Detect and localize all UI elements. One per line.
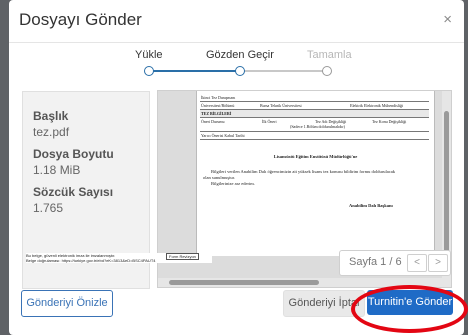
- next-page-button[interactable]: >: [428, 254, 448, 272]
- progress-stepper: Yükle Gözden Geçir Tamamla: [9, 42, 464, 82]
- signature-note: Bu belge, güvenli elektronik imza ile im…: [26, 253, 212, 263]
- close-icon[interactable]: ×: [443, 11, 452, 28]
- step-upload-label: Yükle: [135, 49, 163, 61]
- doc-heading: Lisansüstü Eğitim Enstitüsü Müdürlüğü'ne: [273, 154, 358, 159]
- doc-row: İkinci Tez Danışmanı: [200, 94, 429, 102]
- title-label: Başlık: [33, 109, 69, 123]
- doc-row: Öneri Durumu İlk Öneri Tez Adı Değişikli…: [200, 118, 429, 132]
- doc-row: Üniversitesi/Bölümü Bursa Teknik Ünivers…: [200, 102, 429, 110]
- step-complete-label: Tamamla: [307, 49, 352, 61]
- preview-submission-button[interactable]: Gönderiyi Önizle: [21, 290, 113, 317]
- submit-dialog: Dosyayı Gönder × Yükle Gözden Geçir Tama…: [9, 0, 464, 335]
- file-size-value: 1.18 MiB: [33, 163, 81, 177]
- dialog-title: Dosyayı Gönder: [19, 10, 142, 29]
- doc-row: Yarıcı Önerisi Kabul Tarihi: [200, 132, 429, 140]
- step-line-pending: [239, 70, 329, 72]
- title-value: tez.pdf: [33, 125, 70, 139]
- dialog-footer: Gönderiyi Önizle Gönderiyi İptal Turniti…: [9, 285, 464, 335]
- word-count-value: 1.765: [33, 201, 64, 215]
- file-size-label: Dosya Boyutu: [33, 147, 114, 161]
- previous-page-button[interactable]: <: [407, 254, 427, 272]
- submit-to-turnitin-button[interactable]: Turnitin'e Gönder: [367, 290, 453, 315]
- step-review-dot: [235, 66, 245, 76]
- cancel-submission-button[interactable]: Gönderiyi İptal: [283, 290, 365, 317]
- word-count-label: Sözcük Sayısı: [33, 185, 114, 199]
- vertical-scroll-thumb[interactable]: [444, 111, 449, 259]
- dialog-header: Dosyayı Gönder ×: [9, 0, 464, 43]
- form-revision-label: Form Revizyon: [166, 253, 199, 260]
- doc-paragraph: Bilgileri verilen Anabilim Dalı öğrencim…: [211, 169, 395, 174]
- step-line-done: [149, 70, 239, 72]
- document-page: İkinci Tez Danışmanı Üniversitesi/Bölümü…: [196, 91, 435, 256]
- doc-closing: Bilgilerinize arz ederim.: [211, 181, 255, 186]
- page-indicator: Sayfa 1 / 6: [349, 256, 402, 268]
- step-upload-dot: [144, 66, 154, 76]
- step-review-label: Gözden Geçir: [206, 49, 274, 61]
- doc-signature: Anabilim Dalı Başkanı: [349, 203, 393, 208]
- page-navigator: Sayfa 1 / 6 < >: [339, 250, 451, 276]
- step-complete-dot: [322, 66, 332, 76]
- doc-section-header: TEZ BİLGİLERİ: [200, 110, 429, 118]
